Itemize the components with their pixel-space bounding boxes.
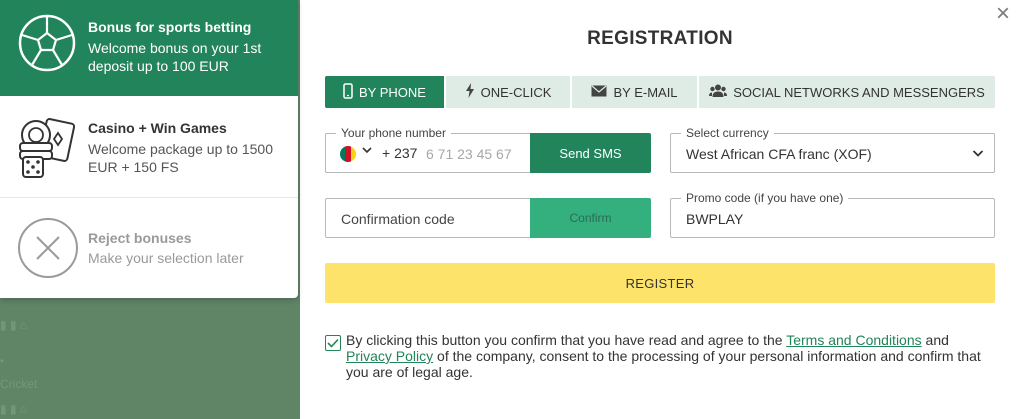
agreement-text-after: of the company, consent to the processin… xyxy=(346,348,981,380)
casino-chips-cards-icon xyxy=(17,117,77,184)
agreement-checkbox[interactable] xyxy=(325,335,341,351)
currency-value: West African CFA franc (XOF) xyxy=(686,146,872,162)
reject-x-icon xyxy=(17,217,79,284)
bonus-reject-text: Reject bonuses Make your selection later xyxy=(88,229,288,267)
bonus-reject-title: Reject bonuses xyxy=(88,230,192,246)
phone-label: Your phone number xyxy=(336,126,451,140)
bonus-option-sports[interactable]: Bonus for sports betting Welcome bonus o… xyxy=(0,0,298,96)
tab-by-phone-label: BY PHONE xyxy=(359,84,426,100)
bonus-reject-desc: Make your selection later xyxy=(88,250,244,266)
bonus-sports-title: Bonus for sports betting xyxy=(88,19,252,35)
bonus-option-casino[interactable]: Casino + Win Games Welcome package up to… xyxy=(0,96,298,198)
tab-one-click-label: ONE-CLICK xyxy=(480,84,552,100)
ghost-icons-row-2: ▮ ▮ ⌂ xyxy=(0,402,28,416)
lightning-icon xyxy=(465,83,475,101)
close-icon[interactable]: × xyxy=(992,2,1014,26)
privacy-link[interactable]: Privacy Policy xyxy=(346,348,433,364)
ghost-text: Cricket xyxy=(0,377,38,391)
bonus-option-reject[interactable]: Reject bonuses Make your selection later xyxy=(0,198,298,298)
checkmark-icon xyxy=(327,338,339,348)
phone-icon xyxy=(343,82,353,102)
agreement-text-before: By clicking this button you confirm that… xyxy=(346,332,787,348)
agreement-text: By clicking this button you confirm that… xyxy=(346,332,996,380)
tab-social-networks[interactable]: SOCIAL NETWORKS AND MESSENGERS xyxy=(699,76,995,108)
send-sms-button[interactable]: Send SMS xyxy=(530,133,651,173)
bonus-casino-desc: Welcome package up to 1500 EUR + 150 FS xyxy=(88,141,273,175)
phone-field: Your phone number + 237 Send SMS xyxy=(325,126,651,173)
bonus-casino-title: Casino + Win Games xyxy=(88,120,227,136)
confirmation-code-field: Confirm xyxy=(325,198,651,238)
tab-by-email-label: BY E-MAIL xyxy=(613,84,678,100)
people-icon xyxy=(709,84,728,100)
chevron-down-icon[interactable] xyxy=(362,145,372,158)
envelope-icon xyxy=(591,85,607,100)
ghost-marker: • xyxy=(0,354,5,368)
currency-select[interactable]: Select currency West African CFA franc (… xyxy=(670,126,995,173)
bonus-panel: Bonus for sports betting Welcome bonus o… xyxy=(0,0,298,298)
cameroon-flag-icon[interactable] xyxy=(340,146,356,162)
ghost-icons-row: ▮ ▮ ⌂ xyxy=(0,318,28,332)
phone-prefix: + 237 xyxy=(382,145,418,161)
phone-input[interactable] xyxy=(426,143,526,165)
currency-label: Select currency xyxy=(681,126,774,140)
bonus-sports-desc: Welcome bonus on your 1st deposit up to … xyxy=(88,40,262,74)
agreement-and: and xyxy=(921,332,949,348)
bonus-casino-text: Casino + Win Games Welcome package up to… xyxy=(88,119,288,176)
tab-social-networks-label: SOCIAL NETWORKS AND MESSENGERS xyxy=(733,84,985,100)
tab-by-phone[interactable]: BY PHONE xyxy=(325,76,446,108)
confirm-button[interactable]: Confirm xyxy=(530,198,651,238)
register-button[interactable]: REGISTER xyxy=(325,263,995,303)
registration-title: REGISTRATION xyxy=(587,28,733,49)
confirmation-code-input[interactable] xyxy=(341,209,521,229)
promo-label: Promo code (if you have one) xyxy=(681,191,849,205)
bonus-sports-text: Bonus for sports betting Welcome bonus o… xyxy=(88,18,288,75)
terms-link[interactable]: Terms and Conditions xyxy=(786,332,921,348)
tab-by-email[interactable]: BY E-MAIL xyxy=(572,76,699,108)
soccer-ball-icon xyxy=(17,13,77,78)
tab-one-click[interactable]: ONE-CLICK xyxy=(446,76,572,108)
promo-code-field: Promo code (if you have one) xyxy=(670,191,995,238)
registration-tabs: BY PHONE ONE-CLICK BY E-MAIL SOCIAL NETW… xyxy=(325,76,995,108)
promo-code-input[interactable] xyxy=(686,209,976,229)
chevron-down-icon xyxy=(972,146,984,164)
